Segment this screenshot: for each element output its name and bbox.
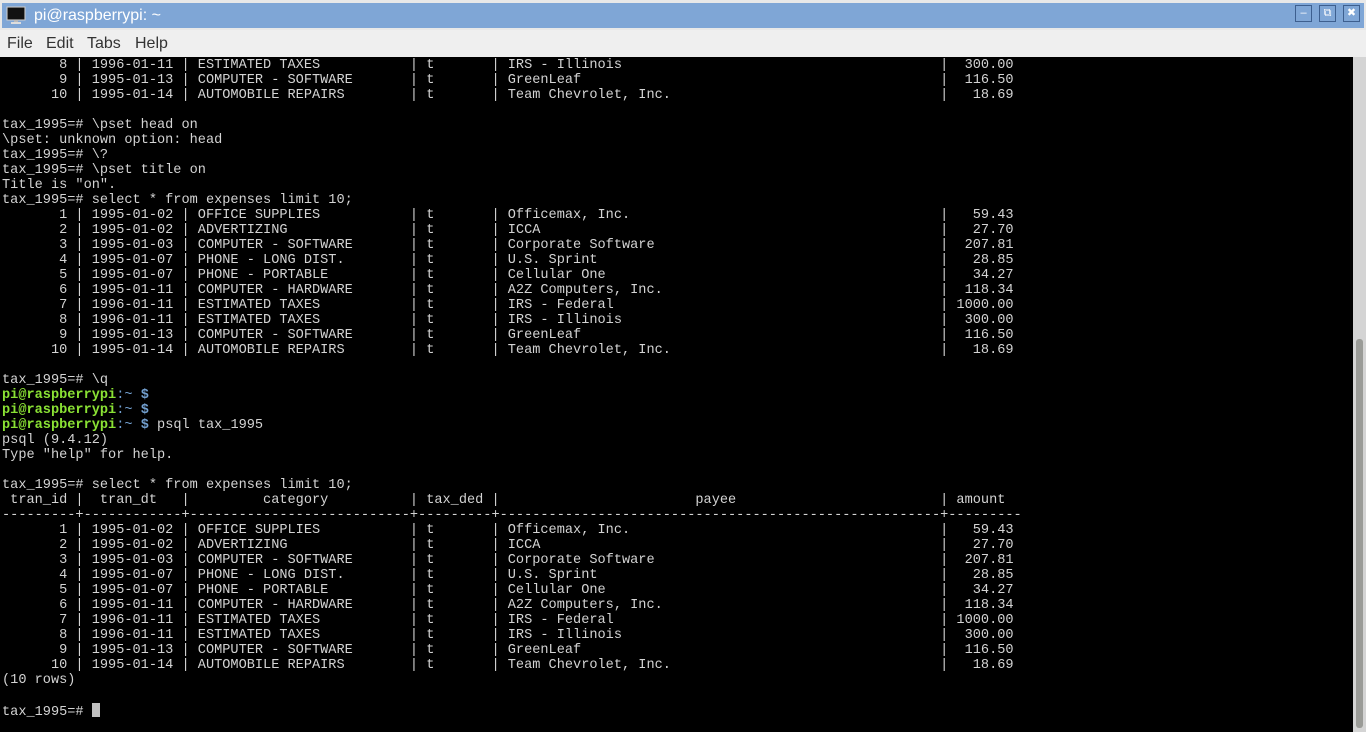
terminal-line: 3 | 1995-01-03 | COMPUTER - SOFTWARE | t… — [2, 553, 1014, 568]
terminal-line: tran_id | tran_dt | category | tax_ded |… — [2, 493, 1006, 508]
menu-help[interactable]: Help — [135, 34, 168, 53]
terminal-line: 2 | 1995-01-02 | ADVERTIZING | t | ICCA … — [2, 223, 1014, 238]
prompt-command: psql tax_1995 — [148, 418, 264, 433]
terminal-line: tax_1995=# \? — [2, 148, 109, 163]
current-prompt-line[interactable]: tax_1995=# — [2, 703, 1022, 720]
menu-file[interactable]: File — [7, 34, 33, 53]
terminal-output[interactable]: 8 | 1996-01-11 | ESTIMATED TAXES | t | I… — [0, 57, 1353, 732]
minimize-button[interactable]: – — [1295, 5, 1312, 22]
terminal-text: 8 | 1996-01-11 | ESTIMATED TAXES | t | I… — [2, 58, 1022, 720]
prompt-symbol: $ — [132, 418, 149, 433]
terminal-line: 9 | 1995-01-13 | COMPUTER - SOFTWARE | t… — [2, 643, 1014, 658]
title-bar[interactable]: pi@raspberrypi: ~ – ⧉ ✖ — [0, 0, 1366, 30]
restore-button[interactable]: ⧉ — [1319, 5, 1336, 22]
terminal-line: tax_1995=# \pset title on — [2, 163, 206, 178]
menu-tabs[interactable]: Tabs — [87, 34, 121, 53]
terminal-line: 10 | 1995-01-14 | AUTOMOBILE REPAIRS | t… — [2, 658, 1014, 673]
terminal-line: 5 | 1995-01-07 | PHONE - PORTABLE | t | … — [2, 583, 1014, 598]
terminal-line: 1 | 1995-01-02 | OFFICE SUPPLIES | t | O… — [2, 208, 1014, 223]
terminal-line: tax_1995=# \q — [2, 373, 109, 388]
scrollbar-track[interactable] — [1353, 57, 1366, 732]
prompt-user-host: pi@raspberrypi — [2, 403, 117, 418]
psql-prompt: tax_1995=# — [2, 705, 92, 720]
terminal-line: 8 | 1996-01-11 | ESTIMATED TAXES | t | I… — [2, 628, 1014, 643]
terminal-line: tax_1995=# \pset head on — [2, 118, 198, 133]
terminal-line: 4 | 1995-01-07 | PHONE - LONG DIST. | t … — [2, 568, 1014, 583]
menu-edit[interactable]: Edit — [46, 34, 74, 53]
terminal-line: 7 | 1996-01-11 | ESTIMATED TAXES | t | I… — [2, 613, 1014, 628]
terminal-line: 4 | 1995-01-07 | PHONE - LONG DIST. | t … — [2, 253, 1014, 268]
terminal-line: Title is "on". — [2, 178, 117, 193]
text-cursor — [91, 703, 100, 717]
prompt-path: :~ — [116, 403, 133, 418]
terminal-line: 9 | 1995-01-13 | COMPUTER - SOFTWARE | t… — [2, 328, 1014, 343]
prompt-user-host: pi@raspberrypi — [2, 388, 117, 403]
menu-bar: File Edit Tabs Help — [0, 30, 1366, 57]
terminal-line: 8 | 1996-01-11 | ESTIMATED TAXES | t | I… — [2, 313, 1014, 328]
scrollbar-thumb[interactable] — [1356, 339, 1363, 728]
terminal-line: 10 | 1995-01-14 | AUTOMOBILE REPAIRS | t… — [2, 88, 1014, 103]
title-bar-inner: pi@raspberrypi: ~ — [2, 3, 1364, 28]
terminal-line: 7 | 1996-01-11 | ESTIMATED TAXES | t | I… — [2, 298, 1014, 313]
terminal-line: tax_1995=# select * from expenses limit … — [2, 193, 353, 208]
terminal-line: 2 | 1995-01-02 | ADVERTIZING | t | ICCA … — [2, 538, 1014, 553]
terminal-line: 8 | 1996-01-11 | ESTIMATED TAXES | t | I… — [2, 58, 1014, 73]
terminal-line: 5 | 1995-01-07 | PHONE - PORTABLE | t | … — [2, 268, 1014, 283]
terminal-line: tax_1995=# select * from expenses limit … — [2, 478, 353, 493]
terminal-line: psql (9.4.12) — [2, 433, 109, 448]
terminal-line: 3 | 1995-01-03 | COMPUTER - SOFTWARE | t… — [2, 238, 1014, 253]
shell-prompt-line: pi@raspberrypi:~ $ — [2, 388, 1022, 403]
prompt-path: :~ — [116, 418, 133, 433]
terminal-line: 6 | 1995-01-11 | COMPUTER - HARDWARE | t… — [2, 283, 1014, 298]
close-button[interactable]: ✖ — [1343, 5, 1360, 22]
terminal-line: Type "help" for help. — [2, 448, 174, 463]
window-title: pi@raspberrypi: ~ — [34, 7, 161, 24]
prompt-path: :~ — [116, 388, 133, 403]
terminal-line: \pset: unknown option: head — [2, 133, 223, 148]
prompt-symbol: $ — [132, 388, 149, 403]
shell-prompt-line: pi@raspberrypi:~ $ psql tax_1995 — [2, 418, 1022, 433]
terminal-line: 6 | 1995-01-11 | COMPUTER - HARDWARE | t… — [2, 598, 1014, 613]
prompt-symbol: $ — [132, 403, 149, 418]
prompt-user-host: pi@raspberrypi — [2, 418, 117, 433]
terminal-monitor-icon — [6, 6, 26, 24]
terminal-line: 9 | 1995-01-13 | COMPUTER - SOFTWARE | t… — [2, 73, 1014, 88]
terminal-line: 1 | 1995-01-02 | OFFICE SUPPLIES | t | O… — [2, 523, 1014, 538]
terminal-line: ---------+------------+-----------------… — [2, 508, 1022, 523]
shell-prompt-line: pi@raspberrypi:~ $ — [2, 403, 1022, 418]
terminal-line: (10 rows) — [2, 673, 76, 688]
terminal-line: 10 | 1995-01-14 | AUTOMOBILE REPAIRS | t… — [2, 343, 1014, 358]
